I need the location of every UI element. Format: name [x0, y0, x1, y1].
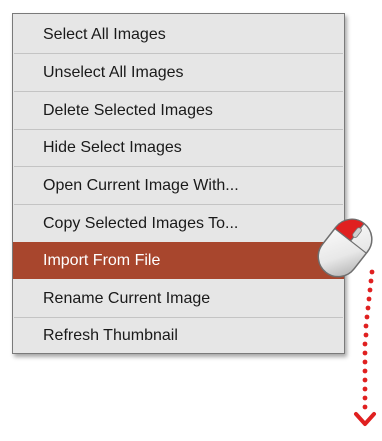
- menu-item-refresh-thumbnail[interactable]: Refresh Thumbnail: [13, 317, 344, 354]
- dotted-arrow-down-icon: [354, 269, 376, 426]
- menu-item-hide-select-images[interactable]: Hide Select Images: [13, 129, 344, 166]
- context-menu: Select All Images Unselect All Images De…: [12, 13, 345, 354]
- menu-item-rename-current-image[interactable]: Rename Current Image: [13, 280, 344, 317]
- menu-item-import-from-file[interactable]: Import From File: [13, 242, 344, 279]
- menu-item-delete-selected-images[interactable]: Delete Selected Images: [13, 92, 344, 129]
- menu-item-unselect-all-images[interactable]: Unselect All Images: [13, 54, 344, 91]
- menu-item-select-all-images[interactable]: Select All Images: [13, 16, 344, 53]
- menu-item-open-current-image-with[interactable]: Open Current Image With...: [13, 167, 344, 204]
- menu-item-copy-selected-images-to[interactable]: Copy Selected Images To...: [13, 205, 344, 242]
